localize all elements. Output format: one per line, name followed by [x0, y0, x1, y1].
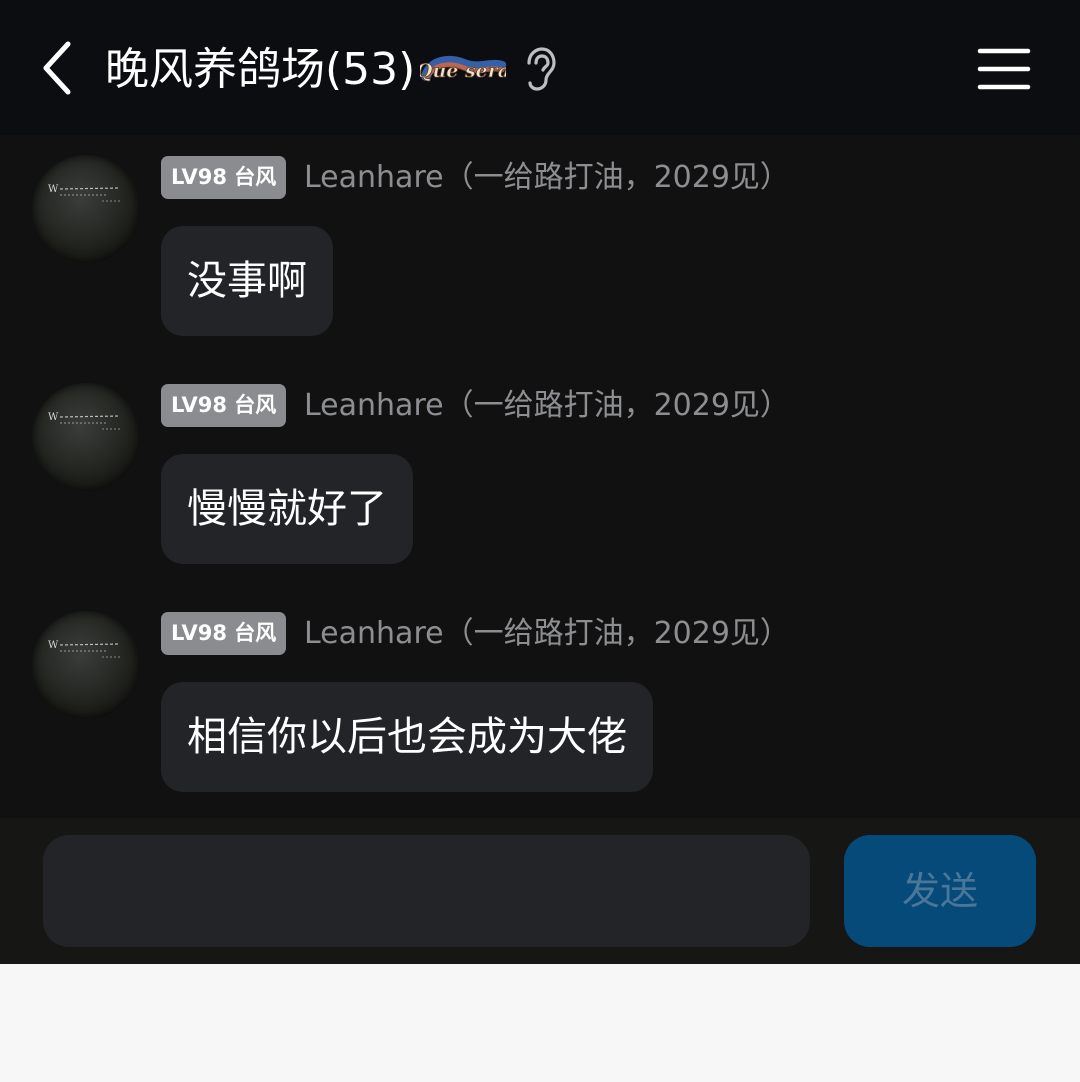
svg-text:W: W: [48, 184, 59, 195]
level-badge: LV98 台风: [161, 384, 287, 427]
message-list[interactable]: W LV98 台风 Leanhare（一给路打油，2029见） 没事啊 W LV…: [0, 135, 1080, 818]
svg-text:Que sera: Que sera: [420, 60, 506, 82]
group-title: 晚风养鸽场(53): [105, 44, 416, 95]
avatar[interactable]: W: [32, 611, 140, 719]
sender-name[interactable]: Leanhare（一给路打油，2029见）: [304, 156, 790, 199]
back-button[interactable]: [30, 36, 86, 100]
level-badge: LV98 台风: [161, 612, 287, 655]
message-bubble[interactable]: 没事啊: [161, 226, 333, 336]
level-badge: LV98 台风: [161, 156, 287, 199]
avatar[interactable]: W: [32, 383, 140, 491]
message-bubble[interactable]: 相信你以后也会成为大佬: [161, 682, 653, 792]
chat-header: 晚风养鸽场(53) Que sera: [0, 0, 1080, 135]
chevron-left-icon: [43, 41, 71, 95]
menu-button[interactable]: [972, 44, 1034, 94]
svg-text:W: W: [48, 640, 59, 651]
message-input[interactable]: [43, 835, 810, 947]
send-button[interactable]: 发送: [844, 835, 1036, 947]
message-bubble[interactable]: 慢慢就好了: [161, 454, 413, 564]
avatar[interactable]: W: [32, 155, 140, 263]
sender-name[interactable]: Leanhare（一给路打油，2029见）: [304, 612, 790, 655]
hamburger-menu-icon: [977, 48, 1031, 90]
que-sera-logo: Que sera: [416, 50, 510, 92]
svg-text:W: W: [48, 412, 59, 423]
chat-app: 晚风养鸽场(53) Que sera W LV98 台风 Leanhare（一给…: [0, 0, 1080, 964]
message-composer: 发送: [0, 818, 1080, 964]
keyboard-area-placeholder: [0, 964, 1080, 1082]
ear-icon[interactable]: [522, 46, 558, 92]
sender-name[interactable]: Leanhare（一给路打油，2029见）: [304, 384, 790, 427]
